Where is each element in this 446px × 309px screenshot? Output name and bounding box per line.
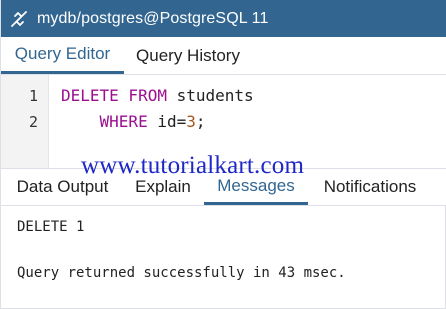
sql-number: 3 [186,112,196,131]
sync-icon[interactable] [1,0,37,37]
query-tool-panel: mydb/postgres@PostgreSQL 11 Query Editor… [0,0,446,309]
tab-label: Query Editor [14,44,111,63]
sql-identifier: students [166,86,254,105]
connection-title[interactable]: mydb/postgres@PostgreSQL 11 [37,10,269,28]
tab-query-editor[interactable]: Query Editor [1,37,124,74]
sql-semicolon: ; [195,112,206,131]
messages-panel: DELETE 1 Query returned successfully in … [1,206,446,308]
sql-keyword: WHERE [99,112,148,131]
tab-query-history[interactable]: Query History [124,37,252,74]
code-line[interactable]: DELETE FROM students [61,86,254,105]
tab-label: Notifications [323,177,417,196]
line-number: 2 [28,113,38,131]
sql-condition: id= [147,112,187,131]
watermark-text: www.tutorialkart.com [81,152,305,179]
code-line[interactable]: WHERE id=3; [61,112,206,131]
tab-label: Explain [135,177,191,196]
tab-label: Data Output [16,177,109,196]
editor-tab-bar: Query Editor Query History [1,37,446,75]
message-line: DELETE 1 [17,219,85,235]
sql-keyword: DELETE FROM [61,86,167,105]
line-number: 1 [28,87,38,105]
tab-label: Query History [136,45,240,65]
line-number-gutter: 1 2 [1,75,49,168]
tab-notifications[interactable]: Notifications [311,169,429,205]
message-line: Query returned successfully in 43 msec. [17,265,346,281]
connection-title-bar: mydb/postgres@PostgreSQL 11 [1,0,446,37]
